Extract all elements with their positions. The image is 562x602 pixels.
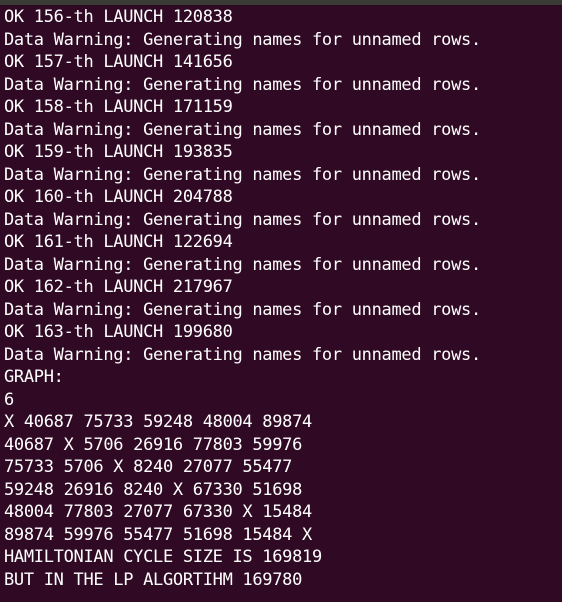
terminal-window[interactable]: OK 156-th LAUNCH 120838 Data Warning: Ge… xyxy=(0,0,562,602)
matrix-row: 48004 77803 27077 67330 X 15484 xyxy=(4,502,312,522)
output-line: OK 159-th LAUNCH 193835 xyxy=(4,142,233,162)
output-line: OK 161-th LAUNCH 122694 xyxy=(4,232,233,252)
output-line: OK 160-th LAUNCH 204788 xyxy=(4,187,233,207)
matrix-row: 59248 26916 8240 X 67330 51698 xyxy=(4,479,303,500)
output-line: OK 156-th LAUNCH 120838 xyxy=(4,7,233,27)
output-line: OK 157-th LAUNCH 141656 xyxy=(4,52,233,72)
output-line: OK 163-th LAUNCH 199680 xyxy=(4,322,233,342)
matrix-row: 75733 5706 X 8240 27077 55477 xyxy=(4,457,293,477)
matrix-row: X 40687 75733 59248 48004 89874 xyxy=(4,412,312,432)
terminal-output: OK 156-th LAUNCH 120838 Data Warning: Ge… xyxy=(4,6,562,591)
matrix-row: 89874 59976 55477 51698 15484 X xyxy=(4,524,312,545)
output-line: Data Warning: Generating names for unnam… xyxy=(4,299,481,320)
matrix-row: 40687 X 5706 26916 77803 59976 xyxy=(4,434,303,455)
output-line: HAMILTONIAN CYCLE SIZE IS 169819 xyxy=(4,547,322,567)
output-line: Data Warning: Generating names for unnam… xyxy=(4,29,481,50)
output-line: Data Warning: Generating names for unnam… xyxy=(4,164,481,185)
output-line: 6 xyxy=(4,389,14,410)
output-line: Data Warning: Generating names for unnam… xyxy=(4,344,481,365)
output-line: OK 158-th LAUNCH 171159 xyxy=(4,97,233,117)
output-line: Data Warning: Generating names for unnam… xyxy=(4,209,481,230)
output-line: Data Warning: Generating names for unnam… xyxy=(4,119,481,140)
output-line: Data Warning: Generating names for unnam… xyxy=(4,254,481,275)
output-line: OK 162-th LAUNCH 217967 xyxy=(4,277,233,297)
output-line: Data Warning: Generating names for unnam… xyxy=(4,74,481,95)
output-line: BUT IN THE LP ALGORTIHM 169780 xyxy=(4,569,303,590)
output-line: GRAPH: xyxy=(4,367,64,387)
